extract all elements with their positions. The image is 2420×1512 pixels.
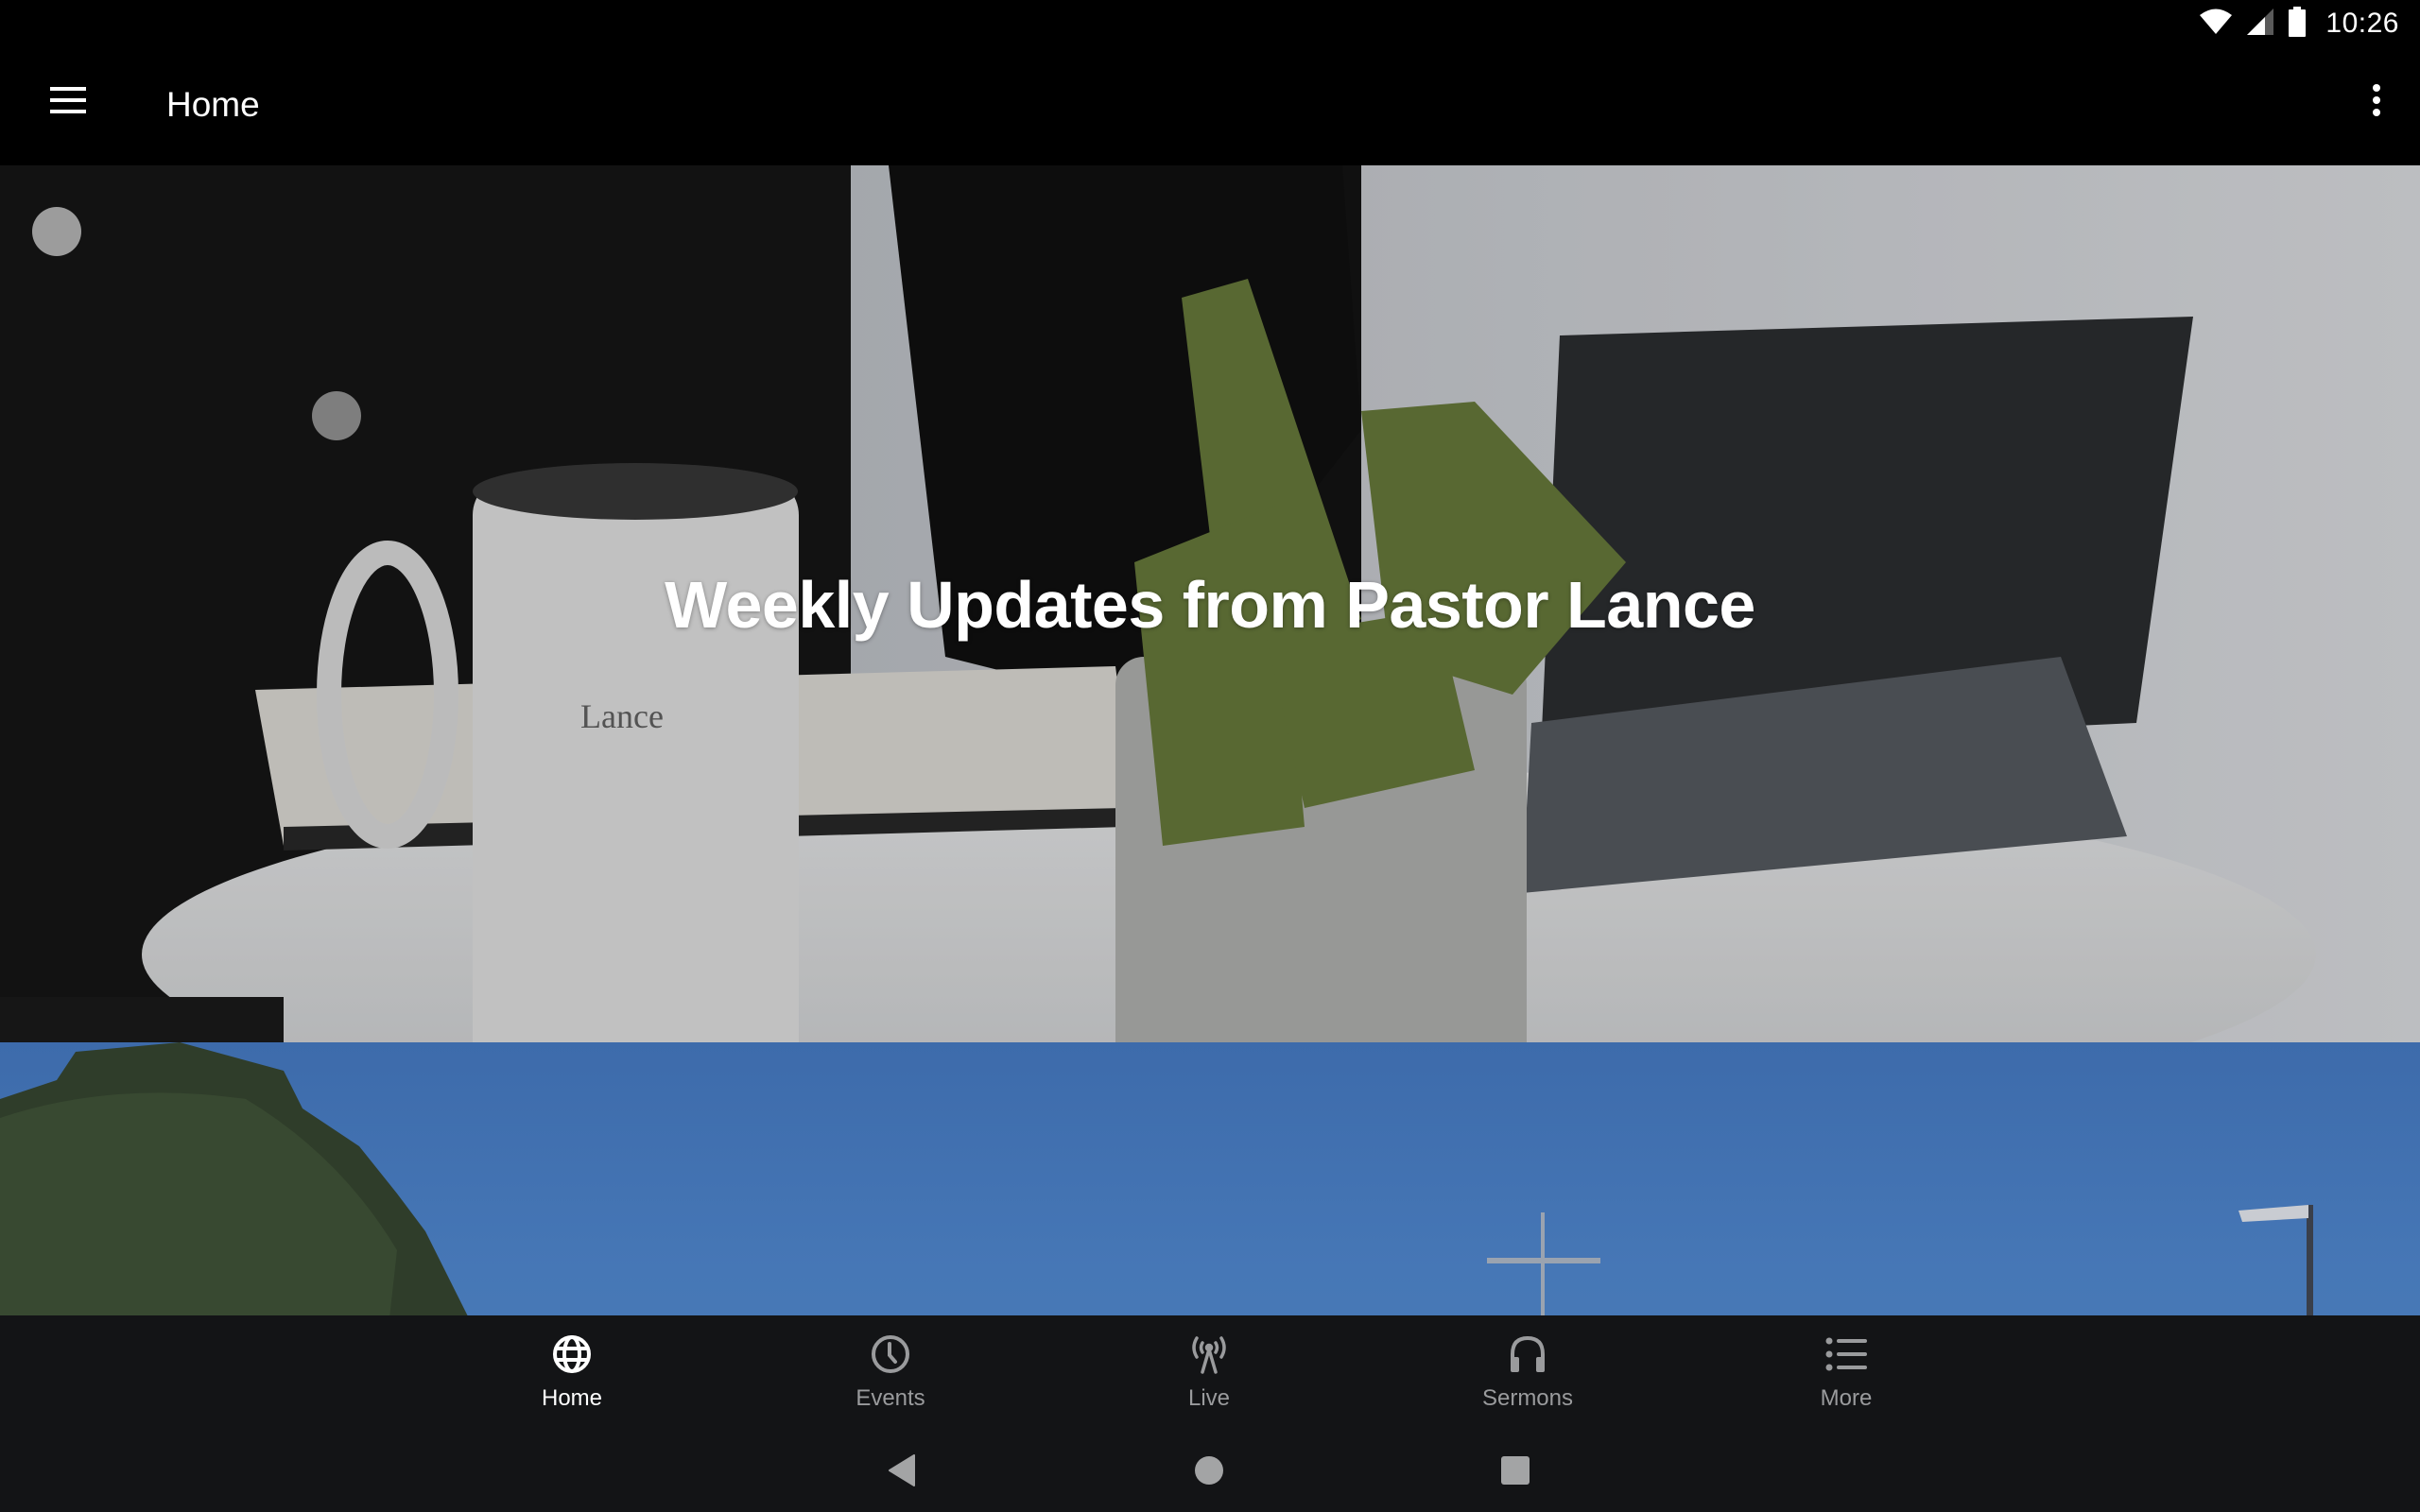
feed-card-church[interactable] [0,1042,2420,1315]
page-title: Home [166,85,260,124]
nav-label: Live [1187,1385,1231,1411]
system-navigation-bar [0,1427,2420,1512]
headphones-icon [1506,1332,1549,1376]
bottom-navigation: Home Events Live Sermons More [0,1315,2420,1427]
more-vert-icon [2372,83,2381,121]
overflow-menu-button[interactable] [2342,68,2411,136]
status-time: 10:26 [2325,8,2399,39]
signal-icon [2246,8,2274,41]
hamburger-menu-icon [50,86,86,118]
nav-label: Sermons [1481,1385,1574,1411]
app-bar: Home [0,47,2420,165]
battery-icon [2288,6,2307,42]
card-image [0,1042,2313,1315]
feed-card-weekly-updates[interactable]: Lance Weekly Updates from Pastor Lance [0,165,2420,1042]
nav-item-sermons[interactable]: Sermons [1424,1315,1632,1427]
system-recents-button[interactable] [1487,1444,1544,1501]
nav-item-more[interactable]: More [1742,1315,1950,1427]
card-title: Weekly Updates from Pastor Lance [665,568,1755,642]
nav-label: Events [856,1385,925,1411]
nav-item-home[interactable]: Home [468,1315,676,1427]
wifi-icon [2199,9,2233,40]
status-icons: 10:26 [2199,6,2399,42]
nav-label: More [1820,1385,1873,1411]
home-circle-icon [1194,1455,1224,1490]
globe-icon [550,1332,594,1376]
broadcast-tower-icon [1187,1332,1231,1376]
content-feed[interactable]: Lance Weekly Updates from Pastor Lance [0,165,2420,1315]
status-bar: 10:26 [0,0,2420,47]
menu-button[interactable] [34,68,102,136]
nav-label: Home [541,1385,603,1411]
system-back-button[interactable] [873,1444,930,1501]
back-triangle-icon [888,1453,916,1491]
nav-item-events[interactable]: Events [786,1315,994,1427]
nav-item-live[interactable]: Live [1105,1315,1313,1427]
system-home-button[interactable] [1181,1444,1237,1501]
clock-icon [869,1332,912,1376]
recents-square-icon [1500,1455,1530,1490]
list-icon [1824,1332,1868,1376]
